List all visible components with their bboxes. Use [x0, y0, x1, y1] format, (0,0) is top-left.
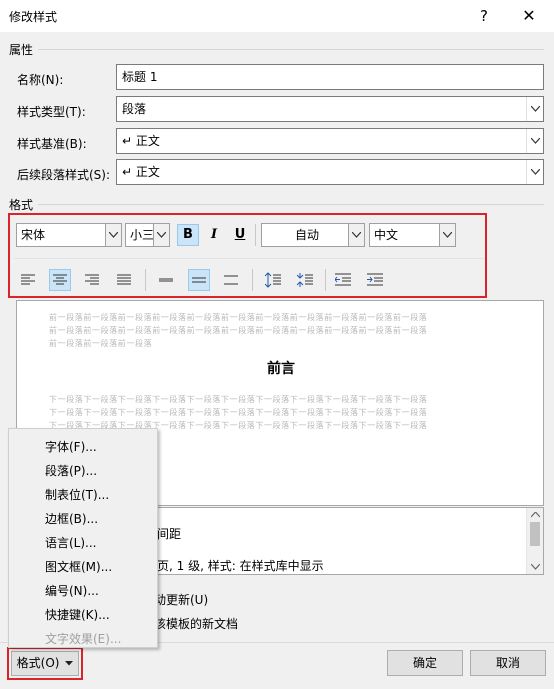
- menu-item-text-effects: 文字效果(E)...: [45, 632, 122, 646]
- menu-item-shortcut-key[interactable]: 快捷键(K)...: [45, 606, 110, 623]
- style-type-label: 样式类型(T):: [17, 105, 86, 119]
- new-documents-option-label[interactable]: 该模板的新文档: [154, 615, 238, 632]
- justify-button[interactable]: [113, 269, 135, 291]
- scrollbar-thumb[interactable]: [530, 522, 540, 546]
- increase-indent-button[interactable]: [364, 269, 386, 291]
- format-menu-button[interactable]: 格式(O): [11, 651, 79, 676]
- double-spacing-icon: [224, 275, 238, 285]
- style-type-value: 段落: [122, 102, 147, 116]
- align-left-icon: [21, 274, 35, 285]
- based-on-dropdown[interactable]: ↵ 正文: [116, 128, 544, 154]
- name-label: 名称(N):: [17, 73, 64, 87]
- close-button[interactable]: ✕: [516, 4, 542, 28]
- title-bar: 修改样式 ? ✕: [0, 0, 554, 32]
- menu-item-tabs[interactable]: 制表位(T)...: [45, 486, 109, 503]
- align-center-icon: [53, 274, 67, 285]
- auto-update-checkbox-label[interactable]: 动更新(U): [154, 591, 208, 608]
- toolbar-separator: [252, 269, 253, 291]
- decrease-indent-button[interactable]: [332, 269, 354, 291]
- chevron-down-icon[interactable]: [348, 224, 364, 246]
- decrease-paragraph-spacing-button[interactable]: [294, 269, 316, 291]
- chevron-down-icon[interactable]: [526, 160, 543, 184]
- toolbar-separator: [255, 224, 256, 246]
- scroll-up-icon[interactable]: [531, 512, 540, 518]
- properties-section-label: 属性: [9, 43, 34, 57]
- align-left-button[interactable]: [17, 269, 39, 291]
- based-on-value: ↵ 正文: [122, 134, 160, 148]
- menu-item-numbering[interactable]: 编号(N)...: [45, 582, 99, 599]
- menu-item-paragraph[interactable]: 段落(P)...: [45, 462, 97, 479]
- paragraph-spacing-down-icon: [296, 273, 313, 287]
- paragraph-spacing-up-icon: [264, 272, 281, 288]
- script-value: 中文: [374, 228, 399, 242]
- help-button[interactable]: ?: [472, 4, 496, 28]
- name-input[interactable]: 标题 1: [116, 64, 544, 90]
- menu-item-language[interactable]: 语言(L)...: [45, 534, 97, 551]
- increase-indent-icon: [367, 273, 383, 286]
- menu-item-border[interactable]: 边框(B)...: [45, 510, 98, 527]
- name-input-value: 标题 1: [122, 70, 158, 84]
- ok-button[interactable]: 确定: [387, 650, 463, 676]
- justify-icon: [117, 274, 131, 285]
- align-center-button[interactable]: [49, 269, 71, 291]
- toolbar-row-divider: [14, 258, 484, 259]
- one-half-spacing-button[interactable]: [188, 269, 210, 291]
- format-button-label: 格式(O): [16, 656, 60, 670]
- align-right-icon: [85, 274, 99, 285]
- based-on-label: 样式基准(B):: [17, 137, 87, 151]
- chevron-down-icon[interactable]: [526, 129, 543, 153]
- following-style-label: 后续段落样式(S):: [17, 168, 111, 182]
- chevron-down-icon[interactable]: [153, 224, 169, 246]
- size-dropdown[interactable]: 小三: [125, 223, 170, 247]
- single-spacing-button[interactable]: [155, 269, 177, 291]
- bold-button[interactable]: B: [177, 224, 199, 246]
- cancel-button[interactable]: 取消: [470, 650, 546, 676]
- chevron-down-icon[interactable]: [105, 224, 121, 246]
- description-scrollbar[interactable]: [526, 508, 543, 574]
- size-value: 小三: [130, 228, 155, 242]
- format-menu: 字体(F)... 段落(P)... 制表位(T)... 边框(B)... 语言(…: [8, 428, 158, 648]
- description-line: 页, 1 级, 样式: 在样式库中显示: [157, 559, 324, 573]
- menu-item-font[interactable]: 字体(F)...: [45, 438, 97, 455]
- font-value: 宋体: [21, 228, 46, 242]
- toolbar-separator: [325, 269, 326, 291]
- script-dropdown[interactable]: 中文: [369, 223, 456, 247]
- scroll-down-icon[interactable]: [531, 564, 540, 570]
- underline-button[interactable]: U: [229, 224, 251, 246]
- format-divider: [38, 204, 544, 205]
- italic-button[interactable]: I: [203, 224, 225, 246]
- following-style-value: ↵ 正文: [122, 165, 160, 179]
- align-right-button[interactable]: [81, 269, 103, 291]
- font-color-value: 自动: [294, 228, 319, 242]
- one-half-spacing-icon: [192, 277, 206, 283]
- caret-down-icon: [65, 661, 74, 666]
- increase-paragraph-spacing-button[interactable]: [262, 269, 284, 291]
- preview-next-paragraph: 下一段落下一段落下一段落下一段落下一段落下一段落下一段落下一段落下一段落下一段落…: [49, 408, 428, 417]
- preview-next-paragraph: 下一段落下一段落下一段落下一段落下一段落下一段落下一段落下一段落下一段落下一段落…: [49, 395, 428, 404]
- style-type-dropdown[interactable]: 段落: [116, 96, 544, 122]
- description-line: 间距: [157, 527, 182, 541]
- double-spacing-button[interactable]: [220, 269, 242, 291]
- preview-prev-paragraph: 前一段落前一段落前一段落: [49, 339, 153, 348]
- chevron-down-icon[interactable]: [439, 224, 455, 246]
- format-section-label: 格式: [9, 198, 34, 212]
- font-color-dropdown[interactable]: 自动: [261, 223, 365, 247]
- decrease-indent-icon: [334, 273, 351, 286]
- preview-heading: 前言: [267, 361, 295, 377]
- menu-item-frame[interactable]: 图文框(M)...: [45, 558, 112, 575]
- preview-prev-paragraph: 前一段落前一段落前一段落前一段落前一段落前一段落前一段落前一段落前一段落前一段落…: [49, 326, 428, 335]
- toolbar-separator: [145, 269, 146, 291]
- chevron-down-icon[interactable]: [526, 97, 543, 121]
- dialog-title: 修改样式: [9, 10, 58, 24]
- following-style-dropdown[interactable]: ↵ 正文: [116, 159, 544, 185]
- preview-prev-paragraph: 前一段落前一段落前一段落前一段落前一段落前一段落前一段落前一段落前一段落前一段落…: [49, 313, 428, 322]
- font-dropdown[interactable]: 宋体: [16, 223, 122, 247]
- single-spacing-icon: [159, 278, 173, 282]
- properties-divider: [38, 49, 544, 50]
